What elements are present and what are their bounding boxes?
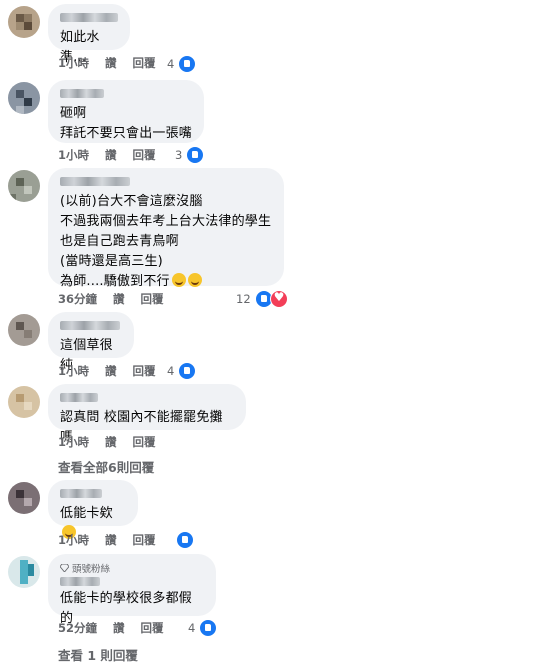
like-button[interactable]: 讚 [105, 147, 117, 163]
reaction-count[interactable]: 4 [188, 619, 218, 637]
comment-bubble: 砸啊 拜託不要只會出一張嘴 [48, 80, 204, 143]
author-name[interactable] [60, 321, 120, 330]
reaction-number: 12 [236, 292, 251, 306]
comment-bubble: 如此水準... [48, 4, 130, 65]
reply-button[interactable]: 回覆 [133, 532, 156, 548]
comment-bubble: 頭號粉絲 低能卡的學校很多都假的 [48, 554, 216, 626]
avatar[interactable] [8, 6, 40, 38]
reply-button[interactable]: 回覆 [141, 620, 164, 636]
reaction-count[interactable]: 4 [167, 362, 197, 380]
reaction-number: 4 [167, 57, 175, 71]
author-name[interactable] [60, 393, 98, 402]
comment-text-body: (以前)台大不會這麼沒腦 不過我兩個去年考上台大法律的學生 也是自己跑去青鳥啊 … [60, 194, 272, 289]
timestamp[interactable]: 1小時 [58, 363, 89, 379]
comment-actions: 1小時 讚 回覆 [58, 434, 156, 450]
like-reaction-icon [178, 55, 197, 73]
comment-text: (以前)台大不會這麼沒腦 不過我兩個去年考上台大法律的學生 也是自己跑去青鳥啊 … [60, 192, 272, 292]
comment-bubble: 認真問 校園內不能擺罷免攤嗎 [48, 384, 246, 445]
view-replies-link[interactable]: 查看全部6則回覆 [58, 457, 154, 476]
avatar[interactable] [8, 556, 40, 588]
timestamp[interactable]: 1小時 [58, 434, 89, 450]
like-reaction-icon [178, 362, 197, 380]
comment-actions: 1小時 讚 回覆 [58, 363, 156, 379]
like-reaction-icon [199, 619, 218, 637]
reaction-number: 3 [175, 148, 183, 162]
top-fan-label: 頭號粉絲 [72, 564, 111, 575]
reply-button[interactable]: 回覆 [133, 363, 156, 379]
comment-text-body: 低能卡欸 [60, 506, 113, 521]
like-button[interactable]: 讚 [105, 532, 117, 548]
like-button[interactable]: 讚 [113, 291, 125, 307]
top-fan-badge: 頭號粉絲 [60, 561, 204, 575]
like-reaction-icon [176, 531, 194, 549]
timestamp[interactable]: 1小時 [58, 532, 89, 548]
reaction-count[interactable]: 12 [236, 290, 288, 308]
author-name[interactable] [60, 13, 118, 22]
reaction-number: 4 [188, 621, 196, 635]
timestamp[interactable]: 52分鐘 [58, 620, 97, 636]
author-name[interactable] [60, 177, 130, 186]
reaction-number: 4 [167, 364, 175, 378]
reply-button[interactable]: 回覆 [133, 55, 156, 71]
crying-emoji-icon [187, 273, 202, 287]
like-button[interactable]: 讚 [105, 434, 117, 450]
reply-button[interactable]: 回覆 [133, 434, 156, 450]
comment-actions: 1小時 讚 回覆 [58, 147, 156, 163]
author-name[interactable] [60, 489, 102, 498]
comment-text: 砸啊 拜託不要只會出一張嘴 [60, 106, 193, 141]
like-button[interactable]: 讚 [113, 620, 125, 636]
comment-actions: 1小時 讚 回覆 [58, 532, 156, 548]
timestamp[interactable]: 1小時 [58, 147, 89, 163]
reply-button[interactable]: 回覆 [133, 147, 156, 163]
reaction-count[interactable]: 4 [167, 55, 197, 73]
comment-bubble: (以前)台大不會這麼沒腦 不過我兩個去年考上台大法律的學生 也是自己跑去青鳥啊 … [48, 168, 284, 289]
avatar[interactable] [8, 82, 40, 114]
like-button[interactable]: 讚 [105, 55, 117, 71]
avatar[interactable] [8, 386, 40, 418]
comment-actions: 36分鐘 讚 回覆 [58, 291, 164, 307]
comment-bubble: 這個草很純 [48, 312, 134, 373]
avatar[interactable] [8, 482, 40, 514]
author-name[interactable] [60, 89, 104, 98]
comment-actions: 1小時 讚 回覆 [58, 55, 156, 71]
timestamp[interactable]: 1小時 [58, 55, 89, 71]
comment-actions: 52分鐘 讚 回覆 [58, 620, 164, 636]
grin-emoji-icon [171, 273, 186, 287]
diamond-icon [60, 564, 69, 572]
avatar[interactable] [8, 314, 40, 346]
view-replies-link[interactable]: 查看 1 則回覆 [58, 645, 138, 664]
reaction-count[interactable]: 3 [175, 146, 205, 164]
like-reaction-icon [186, 146, 205, 164]
love-reaction-icon [269, 290, 288, 308]
like-button[interactable]: 讚 [105, 363, 117, 379]
timestamp[interactable]: 36分鐘 [58, 291, 97, 307]
comment-bubble: 低能卡欸 [48, 480, 138, 539]
reaction-count[interactable] [172, 531, 194, 549]
avatar[interactable] [8, 170, 40, 202]
author-name[interactable] [60, 577, 100, 586]
reply-button[interactable]: 回覆 [141, 291, 164, 307]
